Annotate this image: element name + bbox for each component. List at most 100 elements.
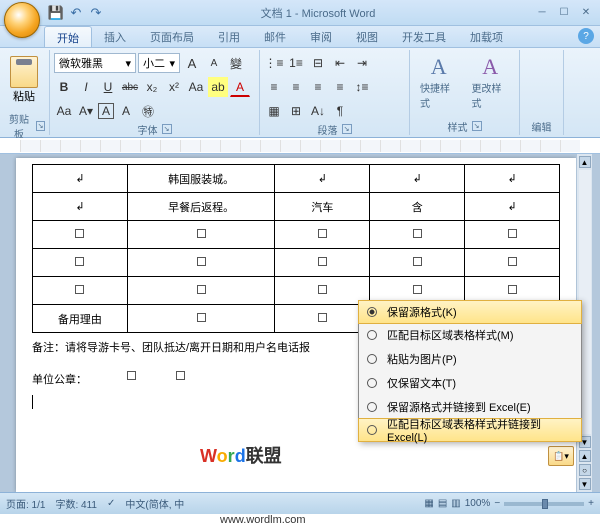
redo-icon[interactable]: ↷ [88,5,104,21]
page-indicator[interactable]: 页面: 1/1 [6,496,45,511]
close-button[interactable]: ✕ [576,6,596,20]
menu-keep-source[interactable]: 保留源格式(K) [358,300,582,324]
zoom-level[interactable]: 100% [465,498,491,509]
align-right-button[interactable]: ≡ [308,77,328,97]
bullets-button[interactable]: ⋮≡ [264,53,284,73]
menu-match-dest[interactable]: 匹配目标区域表格样式(M) [359,323,581,347]
zoom-thumb[interactable] [542,499,548,509]
styles-launcher-icon[interactable]: ↘ [472,121,482,131]
editing-label: 编辑 [532,119,552,134]
align-justify-button[interactable]: ≡ [330,77,350,97]
underline-button[interactable]: U [98,77,118,97]
multilevel-button[interactable]: ⊟ [308,53,328,73]
show-marks-button[interactable]: ¶ [330,101,350,121]
tab-home[interactable]: 开始 [44,26,92,47]
line-spacing-button[interactable]: ↕≡ [352,77,372,97]
tab-insert[interactable]: 插入 [92,26,138,47]
menu-text-only[interactable]: 仅保留文本(T) [359,371,581,395]
tab-references[interactable]: 引用 [206,26,252,47]
office-button[interactable] [4,2,40,38]
tab-layout[interactable]: 页面布局 [138,26,206,47]
change-styles-button[interactable]: A更改样式 [466,52,516,119]
tab-addins[interactable]: 加载项 [458,26,515,47]
radio-icon [367,425,377,435]
tab-review[interactable]: 审阅 [298,26,344,47]
enclose-button[interactable]: ㊕ [138,101,158,121]
inc-indent-button[interactable]: ⇥ [352,53,372,73]
view-web-icon[interactable]: ▥ [451,498,460,509]
zoom-in-button[interactable]: + [588,498,594,509]
phonetic-button[interactable]: 變 [226,53,246,73]
menu-paste-picture[interactable]: 粘贴为图片(P) [359,347,581,371]
browse-object-icon[interactable]: ○ [579,464,591,476]
para-launcher-icon[interactable]: ↘ [342,124,352,134]
language-indicator[interactable]: 中文(简体, 中 [125,496,184,511]
radio-icon [367,378,377,388]
ruler[interactable] [0,138,600,154]
watermark: Word联盟 [200,442,282,468]
quick-access-toolbar: 💾 ↶ ↷ [48,5,104,21]
minimize-button[interactable]: ─ [532,6,552,20]
radio-icon [367,330,377,340]
spell-check-icon[interactable]: ✓ [107,498,115,509]
zoom-controls: ▦ ▤ ▥ 100% − + [424,498,594,509]
scroll-up-icon[interactable]: ▲ [579,156,591,168]
styles-label: 样式 [448,119,468,134]
view-print-icon[interactable]: ▦ [424,498,433,509]
menu-match-dest-link[interactable]: 匹配目标区域表格样式并链接到 Excel(L) [358,418,582,442]
ribbon: 粘贴 剪贴板↘ 微软雅黑▾ 小二▾ A A 變 B I U abc x₂ x² … [0,48,600,138]
grow-font-button[interactable]: A [182,53,202,73]
word-count[interactable]: 字数: 411 [55,496,97,511]
help-icon[interactable]: ? [578,28,594,44]
font-name-select[interactable]: 微软雅黑▾ [54,53,136,73]
window-title: 文档 1 - Microsoft Word [104,5,532,21]
zoom-slider[interactable] [504,502,584,506]
clipboard-launcher-icon[interactable]: ↘ [36,121,45,131]
zoom-out-button[interactable]: − [494,498,500,509]
radio-icon [367,307,377,317]
view-read-icon[interactable]: ▤ [438,498,447,509]
case-button[interactable]: Aa [186,77,206,97]
status-bar: 页面: 1/1 字数: 411 ✓ 中文(简体, 中 ▦ ▤ ▥ 100% − … [0,492,600,514]
subscript-button[interactable]: x₂ [142,77,162,97]
undo-icon[interactable]: ↶ [68,5,84,21]
font-size-select[interactable]: 小二▾ [138,53,180,73]
align-left-button[interactable]: ≡ [264,77,284,97]
window-controls: ─ ☐ ✕ [532,6,596,20]
text-effects-button[interactable]: A▾ [76,101,96,121]
paste-options-button[interactable]: 📋▾ [548,446,574,466]
quick-styles-button[interactable]: A快捷样式 [414,52,464,119]
prev-page-icon[interactable]: ▲ [579,450,591,462]
ribbon-tabs: 开始 插入 页面布局 引用 邮件 审阅 视图 开发工具 加载项 ? [0,26,600,48]
title-bar: 💾 ↶ ↷ 文档 1 - Microsoft Word ─ ☐ ✕ [0,0,600,26]
font-launcher-icon[interactable]: ↘ [162,124,172,134]
shading-button[interactable]: ▦ [264,101,284,121]
tab-view[interactable]: 视图 [344,26,390,47]
clear-format-button[interactable]: Aa [54,101,74,121]
highlight-button[interactable]: ab [208,77,228,97]
next-page-icon[interactable]: ▼ [579,478,591,490]
superscript-button[interactable]: x² [164,77,184,97]
table-row [33,249,560,277]
numbering-button[interactable]: 1≡ [286,53,306,73]
dec-indent-button[interactable]: ⇤ [330,53,350,73]
align-center-button[interactable]: ≡ [286,77,306,97]
char-border-button[interactable]: A [98,103,114,119]
maximize-button[interactable]: ☐ [554,6,574,20]
font-color-button[interactable]: A [230,77,250,97]
document-area: ↲韩国服装城。↲↲↲ ↲早餐后返程。汽车含↲ 备用理由 备注：请将导游卡号、团队… [0,154,600,492]
tab-mailings[interactable]: 邮件 [252,26,298,47]
tab-developer[interactable]: 开发工具 [390,26,458,47]
table-row: ↲早餐后返程。汽车含↲ [33,193,560,221]
strike-button[interactable]: abc [120,77,140,97]
borders-button[interactable]: ⊞ [286,101,306,121]
bold-button[interactable]: B [54,77,74,97]
italic-button[interactable]: I [76,77,96,97]
paste-button[interactable]: 粘贴 [6,52,42,119]
radio-icon [367,354,377,364]
table-row [33,221,560,249]
shrink-font-button[interactable]: A [204,53,224,73]
save-icon[interactable]: 💾 [48,5,64,21]
sort-button[interactable]: A↓ [308,101,328,121]
char-shading-button[interactable]: A [116,101,136,121]
